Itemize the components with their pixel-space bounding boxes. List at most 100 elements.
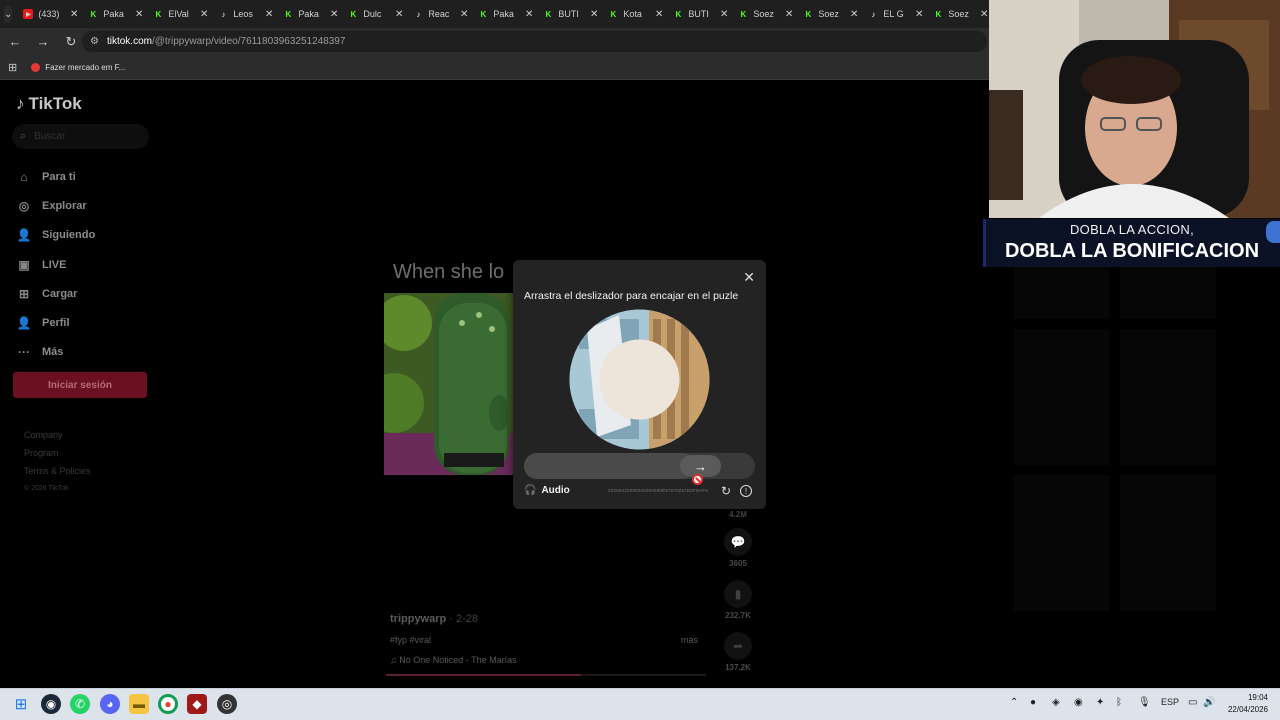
microphone-icon[interactable]: 🎙 — [1138, 697, 1151, 708]
bluetooth-icon[interactable]: ᛒ — [1116, 697, 1122, 708]
tray-shield-icon[interactable]: ◈ — [1052, 697, 1060, 708]
tab-close-icon[interactable]: ✕ — [330, 9, 338, 20]
apps-grid-icon[interactable]: ⊞ — [8, 61, 17, 74]
tab-close-icon[interactable]: ✕ — [265, 9, 273, 20]
tab-close-icon[interactable]: ✕ — [980, 9, 988, 20]
tray-expand-icon[interactable]: ⌃ — [1010, 697, 1018, 708]
tab-close-icon[interactable]: ✕ — [200, 9, 208, 20]
captcha-slider-fill — [524, 453, 695, 479]
tab-title: Paka — [103, 9, 124, 19]
browser-tab[interactable]: ▶ (433) ✕ — [18, 0, 83, 28]
tray-app-icon[interactable]: ● — [1030, 697, 1036, 708]
tab-close-icon[interactable]: ✕ — [915, 9, 923, 20]
file-explorer-icon[interactable]: ▬ — [129, 694, 149, 714]
kick-icon: K — [935, 9, 942, 19]
system-clock[interactable]: 19:04 22/04/2026 — [1228, 692, 1268, 716]
tab-close-icon[interactable]: ✕ — [525, 9, 533, 20]
footer-company-link[interactable]: Company — [24, 426, 91, 444]
tray-sync-icon[interactable]: ✦ — [1096, 697, 1104, 708]
shares-count: 137.2K — [725, 663, 751, 672]
search-input[interactable]: ⌕ Buscar — [12, 124, 149, 149]
browser-tab[interactable]: K BUTI ✕ — [668, 0, 733, 28]
video-progress-bar[interactable] — [386, 674, 706, 676]
tiktok-icon: ♪ — [221, 9, 226, 19]
chrome-icon[interactable]: ● — [158, 694, 178, 714]
network-icon[interactable]: ▭ — [1188, 697, 1197, 708]
audio-button[interactable]: 🎧 Audio — [524, 485, 570, 496]
discord-icon[interactable]: ◕ — [100, 694, 120, 714]
captcha-slider-handle[interactable]: → — [680, 455, 721, 477]
site-info-icon[interactable]: ⚙ — [90, 36, 99, 47]
forward-icon[interactable]: → — [36, 34, 50, 49]
volume-icon[interactable]: 🔊 — [1203, 697, 1215, 708]
tab-close-icon[interactable]: ✕ — [70, 9, 78, 20]
headphones-icon: 🎧 — [524, 485, 537, 496]
comments-action[interactable]: 💬 3605 — [722, 528, 754, 568]
browser-tab[interactable]: K Dulc ✕ — [343, 0, 408, 28]
tiktok-logo[interactable]: ♪ TikTok — [16, 94, 82, 114]
reload-icon[interactable]: ↻ — [64, 34, 78, 50]
tiktok-icon: ♪ — [416, 9, 421, 19]
bookmark-favicon-icon — [31, 62, 41, 72]
browser-tab[interactable]: ♪ EL G ✕ — [863, 0, 928, 28]
tray-steam-icon[interactable]: ◉ — [1074, 697, 1083, 708]
browser-tab[interactable]: K ElVal ✕ — [148, 0, 213, 28]
language-indicator[interactable]: ESP — [1161, 697, 1179, 707]
comment-icon[interactable]: 💬 — [724, 528, 752, 556]
address-bar[interactable]: ⚙ tiktok.com/@trippywarp/video/761180396… — [82, 31, 987, 52]
tab-title: Reac — [428, 9, 450, 19]
nav-item-live[interactable]: ▣ LIVE — [16, 250, 156, 279]
dota-icon[interactable]: ◆ — [187, 694, 207, 714]
video-author[interactable]: trippywarp · 2-28 — [390, 613, 478, 625]
browser-tab[interactable]: K Paka ✕ — [83, 0, 148, 28]
browser-tab[interactable]: K Soez ✕ — [928, 0, 993, 28]
tab-close-icon[interactable]: ✕ — [655, 9, 663, 20]
browser-tab[interactable]: K Kota ✕ — [603, 0, 668, 28]
browser-tab[interactable]: ♪ Leos ✕ — [213, 0, 278, 28]
nav-item-cargar[interactable]: ⊞ Cargar — [16, 279, 156, 308]
nav-item-explorar[interactable]: ◎ Explorar — [16, 191, 156, 220]
windows-start-icon[interactable]: ⊞ — [11, 694, 31, 714]
tab-close-icon[interactable]: ✕ — [850, 9, 858, 20]
browser-tab[interactable]: K Paka ✕ — [473, 0, 538, 28]
nav-item-perfil[interactable]: 👤 Perfil — [16, 308, 156, 337]
following-icon: 👤 — [16, 228, 32, 243]
nav-item-para-ti[interactable]: ⌂ Para ti — [16, 162, 156, 191]
tab-search-icon[interactable]: ⌄ — [4, 5, 13, 23]
steam-icon[interactable]: ◉ — [41, 694, 61, 714]
browser-tab[interactable]: K BUTI ✕ — [538, 0, 603, 28]
browser-tab[interactable]: K Soez ✕ — [798, 0, 863, 28]
kick-icon: K — [740, 9, 747, 19]
close-icon[interactable]: ✕ — [743, 269, 755, 286]
share-action[interactable]: ➦ 137.2K — [722, 632, 754, 672]
browser-tab[interactable]: ♪ Reac ✕ — [408, 0, 473, 28]
bookmark-icon[interactable]: ▮ — [724, 580, 752, 608]
back-icon[interactable]: ← — [8, 34, 22, 49]
more-link[interactable]: más — [681, 635, 698, 645]
whatsapp-icon[interactable]: ✆ — [70, 694, 90, 714]
save-action[interactable]: ▮ 232.7K — [722, 580, 754, 620]
footer-terms-link[interactable]: Terms & Policies — [24, 462, 91, 480]
obs-icon[interactable]: ◎ — [217, 694, 237, 714]
footer-program-link[interactable]: Program — [24, 444, 91, 462]
nav-item-siguiendo[interactable]: 👤 Siguiendo — [16, 221, 156, 250]
music-info[interactable]: ♫ No One Noticed - The Marías — [390, 655, 517, 665]
login-button[interactable]: Iniciar sesión — [13, 372, 147, 398]
tab-close-icon[interactable]: ✕ — [785, 9, 793, 20]
browser-tab[interactable]: K Paka ✕ — [278, 0, 343, 28]
refresh-icon[interactable]: ↻ — [721, 484, 731, 498]
tab-close-icon[interactable]: ✕ — [460, 9, 468, 20]
browser-tab[interactable]: K Soez ✕ — [733, 0, 798, 28]
info-icon[interactable]: ! — [740, 485, 752, 497]
nav-label: Explorar — [42, 199, 87, 212]
tab-close-icon[interactable]: ✕ — [720, 9, 728, 20]
nav-item-más[interactable]: ··· Más — [16, 338, 156, 367]
tab-close-icon[interactable]: ✕ — [395, 9, 403, 20]
tab-close-icon[interactable]: ✕ — [135, 9, 143, 20]
tab-title: Paka — [493, 9, 514, 19]
video-frame[interactable] — [384, 293, 514, 475]
bookmark-item[interactable]: Fazer mercado em F... — [31, 62, 125, 72]
browser-toolbar: ← → ↻ ⚙ tiktok.com/@trippywarp/video/761… — [0, 28, 990, 55]
tab-close-icon[interactable]: ✕ — [590, 9, 598, 20]
share-icon[interactable]: ➦ — [724, 632, 752, 660]
